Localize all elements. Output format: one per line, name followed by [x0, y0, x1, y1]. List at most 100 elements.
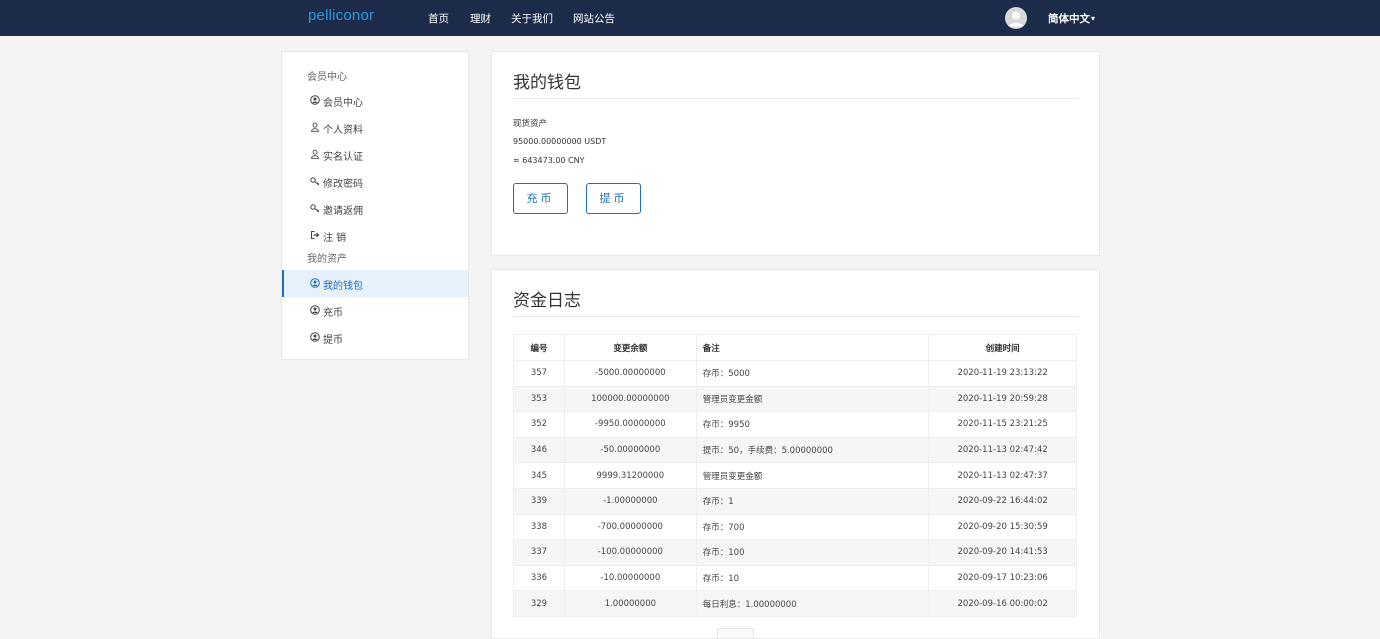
column-header-note: 备注	[695, 334, 930, 361]
sidebar-item-deposit[interactable]: 充币	[282, 297, 468, 324]
cell-time: 2020-11-19 23:13:22	[928, 360, 1077, 387]
cell-id: 357	[513, 360, 565, 387]
sidebar-group-member: 会员中心	[307, 72, 347, 83]
nav-finance[interactable]: 理财	[470, 11, 491, 26]
sidebar-item-verification[interactable]: 实名认证	[282, 141, 468, 168]
cell-note: 存币：10	[695, 564, 930, 592]
cell-note: 存币：5000	[695, 360, 930, 387]
cell-note: 管理员变更金额	[695, 462, 930, 489]
key-icon	[310, 177, 320, 186]
fund-log-card: 资金日志 编号 变更余额 备注 创建时间 357 -5000.00000000 …	[491, 269, 1100, 639]
table-row: 357 -5000.00000000 存币：5000 2020-11-19 23…	[513, 360, 1077, 387]
table-header-row: 编号 变更余额 备注 创建时间	[513, 334, 1077, 361]
cell-id: 329	[513, 590, 565, 617]
cell-amount: 9999.31200000	[563, 462, 697, 489]
divider	[513, 98, 1078, 99]
fund-log-title: 资金日志	[513, 291, 581, 311]
cell-note: 存币：700	[695, 513, 930, 541]
cell-note: 存币：9950	[695, 411, 930, 438]
cell-id: 346	[513, 436, 565, 464]
cell-note: 每日利息：1.00000000	[695, 590, 930, 617]
cell-note: 存币：1	[695, 487, 930, 515]
sidebar-item-label: 充币	[323, 308, 343, 319]
cell-note: 存币：100	[695, 539, 930, 566]
usdt-balance: 95000.00000000 USDT	[513, 137, 607, 146]
nav-announcements[interactable]: 网站公告	[573, 11, 615, 26]
wallet-title: 我的钱包	[513, 73, 581, 93]
chevron-down-icon: ▾	[1091, 14, 1096, 23]
top-navbar: pelliconor 首页 理财 关于我们 网站公告 简体中文▾	[0, 0, 1380, 36]
cell-amount: -700.00000000	[563, 513, 697, 541]
cell-time: 2020-09-17 10:23:06	[928, 564, 1077, 592]
cell-amount: -50.00000000	[563, 436, 697, 464]
cell-time: 2020-09-16 00:00:02	[928, 590, 1077, 617]
column-header-amount: 变更余额	[563, 334, 697, 361]
cell-amount: 1.00000000	[563, 590, 697, 617]
column-header-time: 创建时间	[928, 334, 1077, 361]
table-row: 346 -50.00000000 提币：50，手续费：5.00000000 20…	[513, 436, 1077, 464]
cell-note: 提币：50，手续费：5.00000000	[695, 436, 930, 464]
cell-time: 2020-11-15 23:21:25	[928, 411, 1077, 438]
sidebar-group-assets: 我的资产	[307, 254, 347, 265]
cell-amount: -9950.00000000	[563, 411, 697, 438]
pagination[interactable]	[717, 628, 754, 638]
avatar[interactable]	[1005, 7, 1027, 29]
divider	[513, 316, 1078, 317]
sidebar-item-label: 我的钱包	[323, 281, 363, 292]
sidebar-item-referral[interactable]: 邀请返佣	[282, 195, 468, 222]
nav-about[interactable]: 关于我们	[511, 11, 553, 26]
user-circle-icon	[310, 332, 320, 342]
cell-amount: -10.00000000	[563, 564, 697, 592]
table-row: 338 -700.00000000 存币：700 2020-09-20 15:3…	[513, 513, 1077, 541]
sidebar-item-label: 实名认证	[323, 152, 363, 163]
table-row: 352 -9950.00000000 存币：9950 2020-11-15 23…	[513, 411, 1077, 438]
cell-id: 337	[513, 539, 565, 566]
user-circle-icon	[310, 305, 320, 315]
cell-id: 336	[513, 564, 565, 592]
sidebar-item-withdraw[interactable]: 提币	[282, 324, 468, 351]
cell-id: 353	[513, 385, 565, 413]
user-circle-icon	[310, 95, 320, 105]
table-row: 336 -10.00000000 存币：10 2020-09-17 10:23:…	[513, 564, 1077, 592]
cell-time: 2020-09-22 16:44:02	[928, 487, 1077, 515]
cell-id: 339	[513, 487, 565, 515]
sidebar-item-logout[interactable]: 注 销	[282, 222, 468, 249]
cell-time: 2020-11-13 02:47:42	[928, 436, 1077, 464]
user-circle-icon	[310, 278, 320, 288]
sidebar-item-profile[interactable]: 个人资料	[282, 114, 468, 141]
cell-time: 2020-09-20 15:30:59	[928, 513, 1077, 541]
cell-amount: -100.00000000	[563, 539, 697, 566]
sidebar-item-label: 修改密码	[323, 179, 363, 190]
user-icon	[311, 149, 319, 159]
cny-balance: ≈ 643473.00 CNY	[513, 156, 585, 165]
column-header-id: 编号	[513, 334, 565, 361]
user-icon	[311, 122, 319, 132]
sidebar-item-label: 会员中心	[323, 98, 363, 109]
key-icon	[310, 204, 320, 213]
cell-id: 338	[513, 513, 565, 541]
table-row: 337 -100.00000000 存币：100 2020-09-20 14:4…	[513, 539, 1077, 566]
language-label: 简体中文	[1048, 13, 1090, 25]
cell-id: 345	[513, 462, 565, 489]
sidebar-item-label: 注 销	[323, 233, 347, 244]
sidebar-item-label: 个人资料	[323, 125, 363, 136]
user-avatar-icon	[1008, 11, 1024, 27]
sidebar-item-my-wallet[interactable]: 我的钱包	[282, 270, 468, 297]
language-switcher[interactable]: 简体中文▾	[1048, 11, 1095, 26]
sidebar: 会员中心 会员中心 个人资料 实名认证 修改密码 邀请返佣 注 销 我的资产 我…	[281, 51, 469, 360]
wallet-card: 我的钱包 现货资产 95000.00000000 USDT ≈ 643473.0…	[491, 51, 1100, 256]
cell-time: 2020-09-20 14:41:53	[928, 539, 1077, 566]
sidebar-item-label: 提币	[323, 335, 343, 346]
deposit-button[interactable]: 充币	[513, 183, 568, 214]
brand-logo[interactable]: pelliconor	[308, 7, 374, 24]
withdraw-button[interactable]: 提币	[586, 183, 641, 214]
nav-home[interactable]: 首页	[428, 11, 449, 26]
table-row: 353 100000.00000000 管理员变更金额 2020-11-19 2…	[513, 385, 1077, 413]
sidebar-item-label: 邀请返佣	[323, 206, 363, 217]
sidebar-item-member-center[interactable]: 会员中心	[282, 87, 468, 114]
table-row: 339 -1.00000000 存币：1 2020-09-22 16:44:02	[513, 487, 1077, 515]
cell-id: 352	[513, 411, 565, 438]
logout-icon	[311, 231, 320, 239]
sidebar-item-change-password[interactable]: 修改密码	[282, 168, 468, 195]
cell-amount: 100000.00000000	[563, 385, 697, 413]
